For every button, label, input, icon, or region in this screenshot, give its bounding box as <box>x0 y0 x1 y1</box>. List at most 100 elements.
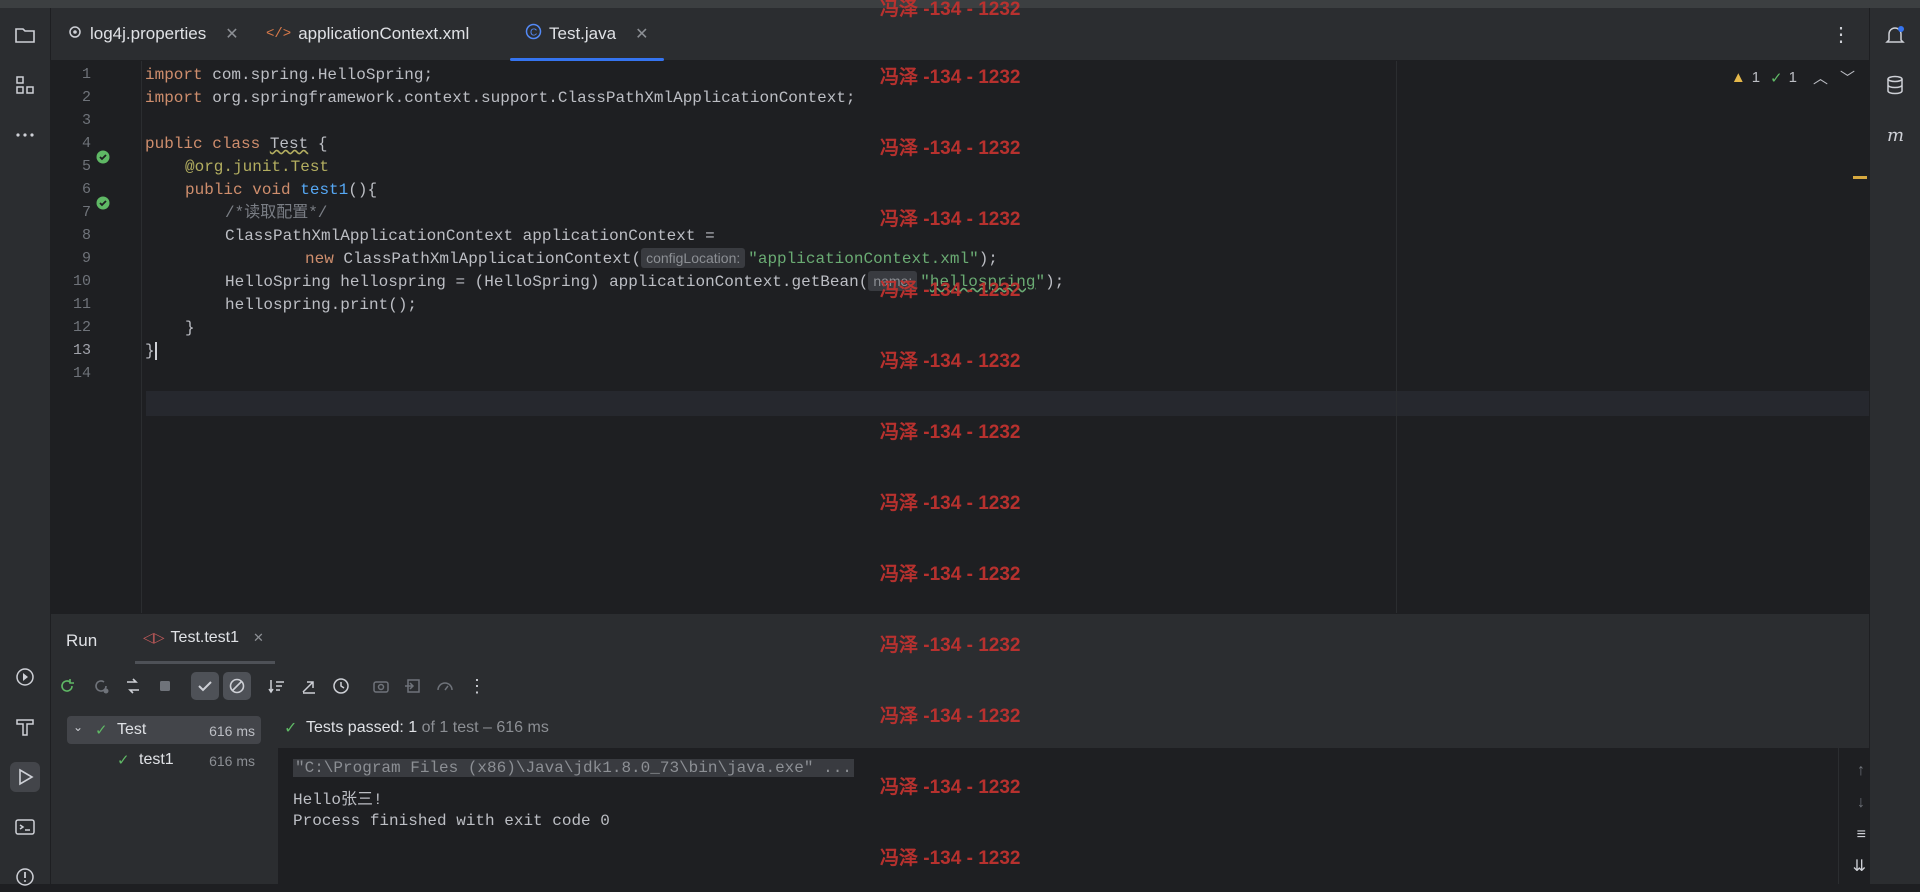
test-tab-icon: ◁▷ <box>143 629 165 645</box>
inspection-widget[interactable]: ▲ 1 ✓ 1 ︿ ﹀ <box>1731 67 1855 88</box>
watermark-text: 冯泽 -134 - 1232 <box>880 706 1021 727</box>
tests-passed-text: Tests passed: 1 of 1 test – 616 ms <box>306 719 549 736</box>
more-tools-icon[interactable] <box>10 120 40 150</box>
rerun-icon[interactable] <box>53 672 81 700</box>
passed-check-icon: ✓ <box>95 722 108 739</box>
console-output[interactable]: "C:\Program Files (x86)\Java\jdk1.8.0_73… <box>278 748 1869 884</box>
tree-row-test1[interactable]: ✓ test1 616 ms <box>67 746 261 774</box>
passed-check-icon: ✓ <box>284 720 298 737</box>
run-tab-label: Test.test1 <box>170 628 240 646</box>
terminal-icon[interactable] <box>10 812 40 842</box>
more-options-icon[interactable]: ⋮ <box>463 672 491 700</box>
line-number: 11 <box>72 296 91 313</box>
tree-row-test[interactable]: ⌄ ✓ Test 616 ms <box>67 716 261 744</box>
watermark-text: 冯泽 -134 - 1232 <box>880 777 1021 798</box>
maven-icon[interactable]: m <box>1880 120 1910 150</box>
screenshot-icon[interactable] <box>367 672 395 700</box>
java-class-icon: C <box>525 23 542 45</box>
console-command-line[interactable]: "C:\Program Files (x86)\Java\jdk1.8.0_73… <box>293 759 854 777</box>
gear-icon <box>67 24 83 45</box>
tree-item-time: 616 ms <box>209 723 255 739</box>
current-line-highlight <box>146 391 1869 416</box>
tab-test-java[interactable]: C Test.java ✕ <box>510 8 663 61</box>
test-status-bar: ✓ Tests passed: 1 of 1 test – 616 ms <box>278 708 1869 748</box>
sort-icon[interactable] <box>263 672 291 700</box>
watermark-text: 冯泽 -134 - 1232 <box>880 351 1021 372</box>
code-line-8: ClassPathXmlApplicationContext applicati… <box>225 227 715 245</box>
code-line-6: public void test1(){ <box>185 181 378 199</box>
stop-icon[interactable] <box>151 672 179 700</box>
toggle-auto-test-icon[interactable] <box>119 672 147 700</box>
code-line-2: import org.springframework.context.suppo… <box>145 89 856 107</box>
tree-item-label: Test <box>117 721 147 738</box>
watermark-text: 冯泽 -134 - 1232 <box>880 138 1021 159</box>
structure-icon[interactable] <box>10 70 40 100</box>
tree-item-time: 616 ms <box>209 753 255 769</box>
close-icon[interactable]: ✕ <box>253 630 264 646</box>
problems-icon[interactable] <box>10 862 40 892</box>
watermark-text: 冯泽 -134 - 1232 <box>880 280 1021 301</box>
run-tab-test-test1[interactable]: ◁▷ Test.test1 ✕ <box>135 614 275 664</box>
line-number: 12 <box>72 319 91 336</box>
line-number: 2 <box>81 89 91 106</box>
line-number: 3 <box>81 112 91 129</box>
line-number: 14 <box>72 365 91 382</box>
line-number: 4 <box>81 135 91 152</box>
watermark-text: 冯泽 -134 - 1232 <box>880 564 1021 585</box>
tab-log4j-properties[interactable]: log4j.properties ✕ <box>67 8 239 60</box>
coverage-icon[interactable] <box>431 672 459 700</box>
show-passed-icon[interactable] <box>191 672 219 700</box>
import-tests-icon[interactable] <box>399 672 427 700</box>
build-icon[interactable] <box>10 712 40 742</box>
run-test-method-icon[interactable] <box>95 195 111 211</box>
tab-more-options-icon[interactable]: ⋮ <box>1831 22 1851 47</box>
chevron-up-icon[interactable]: ︿ <box>1813 67 1828 88</box>
code-line-7: /*读取配置*/ <box>225 204 328 222</box>
run-panel-title: Run <box>66 631 98 650</box>
line-number: 10 <box>72 273 91 290</box>
soft-wrap-icon[interactable]: ≡ <box>1857 826 1866 844</box>
arrow-down-icon[interactable]: ↓ <box>1857 794 1865 812</box>
rerun-failed-icon[interactable] <box>87 672 115 700</box>
collapse-icon[interactable] <box>295 672 323 700</box>
tab-label: applicationContext.xml <box>298 24 470 43</box>
tab-application-context-xml[interactable]: </> applicationContext.xml <box>266 8 469 60</box>
right-tool-bar: m <box>1869 8 1920 884</box>
console-divider <box>1838 748 1839 884</box>
arrow-up-icon[interactable]: ↑ <box>1857 762 1865 780</box>
project-folder-icon[interactable] <box>10 20 40 50</box>
scroll-to-end-icon[interactable]: ⇊ <box>1853 856 1866 876</box>
run-icon[interactable] <box>10 762 40 792</box>
line-number: 7 <box>81 204 91 221</box>
typo-count: 1 <box>1788 69 1797 86</box>
watermark-text: 冯泽 -134 - 1232 <box>880 67 1021 88</box>
warning-count: 1 <box>1751 69 1761 86</box>
tab-label: log4j.properties <box>90 24 207 43</box>
watermark-text: 冯泽 -134 - 1232 <box>880 493 1021 514</box>
svg-text:m: m <box>1887 125 1904 146</box>
console-output-line: Hello张三! <box>293 791 383 809</box>
passed-check-icon: ✓ <box>117 752 130 769</box>
line-number-gutter: 1 2 3 4 5 6 7 8 9 10 11 12 13 14 <box>51 61 142 613</box>
chevron-down-icon[interactable]: ⌄ <box>73 720 83 734</box>
right-margin-guide <box>1396 61 1397 613</box>
watermark-text: 冯泽 -134 - 1232 <box>880 848 1021 869</box>
typo-check-icon: ✓ <box>1770 69 1783 87</box>
watermark-text: 冯泽 -134 - 1232 <box>880 0 1021 20</box>
services-icon[interactable] <box>10 662 40 692</box>
scrollbar-warning-marker[interactable] <box>1853 176 1867 179</box>
chevron-down-icon[interactable]: ﹀ <box>1840 67 1855 88</box>
close-icon[interactable]: ✕ <box>225 24 238 44</box>
run-test-class-icon[interactable] <box>95 149 111 165</box>
show-ignored-icon[interactable] <box>223 672 251 700</box>
line-number: 9 <box>81 250 91 267</box>
database-icon[interactable] <box>1880 70 1910 100</box>
svg-text:C: C <box>530 28 537 39</box>
code-line-13: } <box>145 341 157 360</box>
close-icon[interactable]: ✕ <box>635 24 648 44</box>
test-history-icon[interactable] <box>327 672 355 700</box>
notifications-bell-icon[interactable] <box>1880 20 1910 50</box>
code-line-1: import com.spring.HelloSpring; <box>145 66 434 84</box>
watermark-text: 冯泽 -134 - 1232 <box>880 422 1021 443</box>
tab-label: Test.java <box>549 24 617 43</box>
